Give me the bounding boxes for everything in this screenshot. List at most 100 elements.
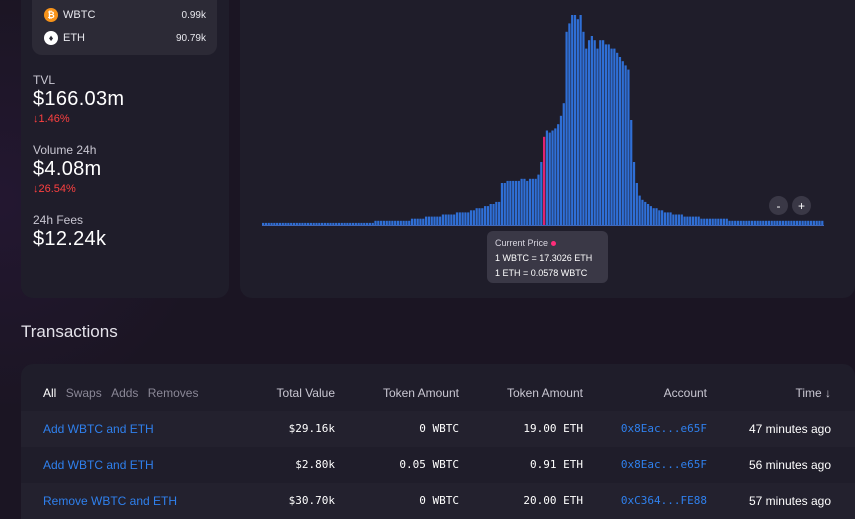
liquidity-bar[interactable]	[807, 220, 810, 225]
liquidity-bar[interactable]	[287, 222, 290, 225]
liquidity-bar[interactable]	[661, 210, 664, 225]
liquidity-bar[interactable]	[290, 222, 293, 225]
liquidity-bar[interactable]	[486, 206, 490, 225]
liquidity-bar[interactable]	[649, 206, 652, 225]
liquidity-bar[interactable]	[731, 220, 734, 225]
liquidity-bar[interactable]	[354, 222, 357, 225]
liquidity-bar[interactable]	[523, 178, 526, 225]
liquidity-bar[interactable]	[422, 218, 425, 225]
liquidity-distribution-chart[interactable]	[262, 0, 824, 230]
liquidity-bar[interactable]	[481, 208, 484, 225]
liquidity-bar[interactable]	[717, 218, 720, 225]
liquidity-bar[interactable]	[705, 218, 709, 225]
liquidity-bar[interactable]	[655, 208, 658, 225]
liquidity-bar[interactable]	[618, 57, 622, 225]
liquidity-bar[interactable]	[627, 69, 630, 225]
liquidity-bar[interactable]	[610, 48, 613, 225]
liquidity-bar[interactable]	[436, 216, 439, 225]
liquidity-bar[interactable]	[666, 212, 669, 225]
liquidity-bar[interactable]	[736, 220, 740, 225]
column-header-total-value[interactable]: Total Value	[277, 375, 335, 411]
liquidity-bar[interactable]	[439, 216, 442, 225]
liquidity-bar[interactable]	[728, 220, 731, 225]
liquidity-bar[interactable]	[315, 222, 318, 225]
liquidity-bar[interactable]	[526, 180, 529, 225]
liquidity-bar[interactable]	[469, 210, 473, 225]
liquidity-bar[interactable]	[461, 212, 464, 225]
liquidity-bar[interactable]	[419, 218, 422, 225]
liquidity-bar[interactable]	[503, 183, 506, 225]
liquidity-bar[interactable]	[309, 222, 312, 225]
liquidity-bar[interactable]	[596, 48, 599, 225]
liquidity-bar[interactable]	[416, 218, 419, 225]
liquidity-bar[interactable]	[576, 19, 579, 226]
liquidity-bar[interactable]	[652, 208, 655, 225]
liquidity-bar[interactable]	[714, 218, 717, 225]
liquidity-bar[interactable]	[360, 222, 363, 225]
liquidity-bar[interactable]	[349, 222, 352, 225]
liquidity-bar[interactable]	[301, 222, 304, 225]
liquidity-bar[interactable]	[402, 220, 405, 225]
liquidity-bar[interactable]	[329, 222, 332, 225]
liquidity-bar[interactable]	[357, 222, 360, 225]
liquidity-bar[interactable]	[467, 212, 470, 225]
liquidity-bar[interactable]	[694, 216, 697, 225]
liquidity-bar[interactable]	[512, 180, 515, 225]
liquidity-bar[interactable]	[464, 212, 467, 225]
liquidity-bar[interactable]	[632, 162, 636, 225]
liquidity-bar[interactable]	[573, 15, 577, 225]
liquidity-bar[interactable]	[270, 222, 273, 225]
liquidity-bar[interactable]	[756, 220, 759, 225]
liquidity-bar[interactable]	[759, 220, 762, 225]
liquidity-bar[interactable]	[680, 214, 683, 226]
current-price-bar[interactable]	[543, 136, 546, 225]
liquidity-bar[interactable]	[262, 222, 265, 225]
liquidity-bar[interactable]	[821, 220, 824, 225]
liquidity-bar[interactable]	[273, 222, 276, 225]
liquidity-bar[interactable]	[500, 183, 504, 225]
liquidity-bar[interactable]	[455, 212, 459, 225]
liquidity-bar[interactable]	[770, 220, 773, 225]
liquidity-bar[interactable]	[447, 214, 450, 226]
liquidity-bar[interactable]	[568, 23, 571, 226]
liquidity-bar[interactable]	[278, 222, 282, 225]
liquidity-bar[interactable]	[624, 65, 627, 226]
liquidity-bar[interactable]	[424, 216, 428, 225]
liquidity-bar[interactable]	[304, 222, 307, 225]
liquidity-bar[interactable]	[590, 36, 593, 225]
liquidity-bar[interactable]	[638, 195, 641, 225]
liquidity-bar[interactable]	[646, 204, 650, 225]
liquidity-bar[interactable]	[483, 206, 487, 225]
liquidity-bar[interactable]	[545, 130, 549, 226]
tx-account-link[interactable]: 0x8Eac...e65F	[621, 411, 707, 447]
liquidity-bar[interactable]	[762, 220, 765, 225]
liquidity-bar[interactable]	[371, 222, 374, 225]
liquidity-bar[interactable]	[599, 40, 602, 226]
liquidity-bar[interactable]	[284, 222, 287, 225]
liquidity-bar[interactable]	[734, 220, 737, 225]
liquidity-bar[interactable]	[281, 222, 284, 225]
liquidity-bar[interactable]	[380, 220, 383, 225]
tx-account-link[interactable]: 0x8Eac...e65F	[621, 447, 707, 483]
column-header-account[interactable]: Account	[664, 375, 707, 411]
liquidity-bar[interactable]	[798, 220, 801, 225]
liquidity-bar[interactable]	[312, 222, 315, 225]
liquidity-bar[interactable]	[565, 31, 568, 225]
liquidity-bar[interactable]	[742, 220, 745, 225]
filter-all[interactable]: All	[43, 375, 56, 411]
tx-link[interactable]: Add WBTC and ETH	[43, 411, 154, 447]
liquidity-bar[interactable]	[396, 220, 400, 225]
liquidity-bar[interactable]	[298, 222, 301, 225]
liquidity-bar[interactable]	[531, 178, 534, 225]
liquidity-bar[interactable]	[430, 216, 433, 225]
liquidity-bar[interactable]	[779, 220, 782, 225]
liquidity-bar[interactable]	[812, 220, 815, 225]
filter-removes[interactable]: Removes	[148, 375, 199, 411]
liquidity-bar[interactable]	[489, 204, 492, 225]
liquidity-bar[interactable]	[635, 183, 638, 225]
liquidity-bar[interactable]	[323, 222, 327, 225]
liquidity-bar[interactable]	[559, 115, 563, 225]
liquidity-bar[interactable]	[557, 124, 560, 225]
liquidity-bar[interactable]	[472, 210, 475, 225]
liquidity-bar[interactable]	[548, 132, 551, 225]
